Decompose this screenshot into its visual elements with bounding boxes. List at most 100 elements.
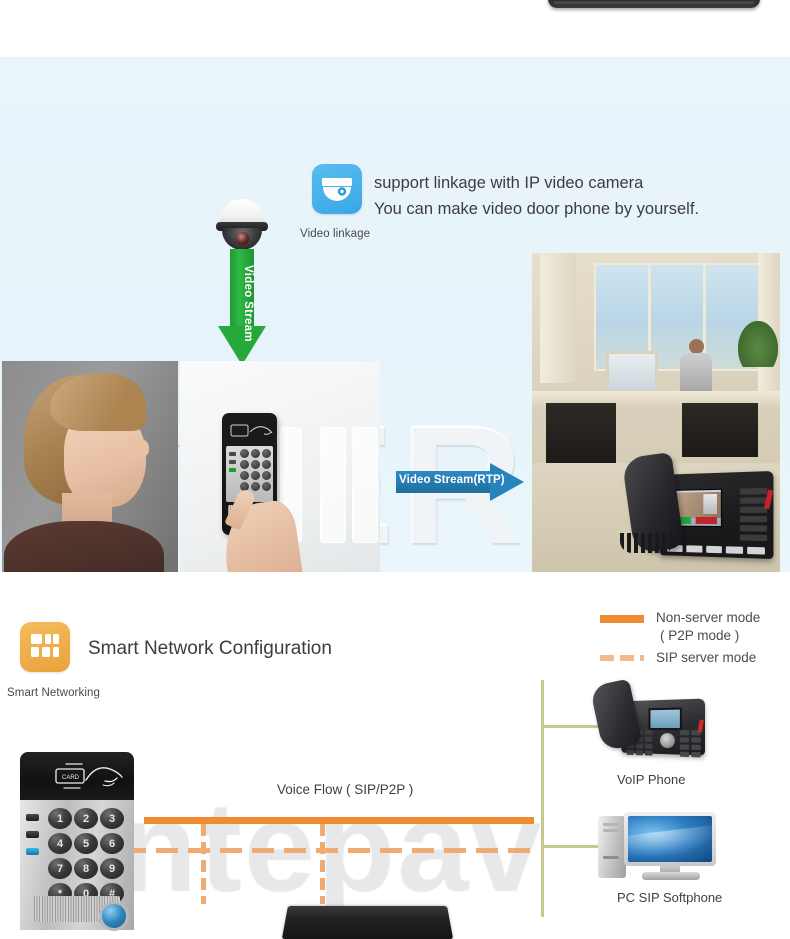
function-key <box>679 744 690 750</box>
grid-cell <box>31 647 39 657</box>
function-key <box>679 730 690 736</box>
ip-dome-camera <box>212 199 272 251</box>
keypad-key-6[interactable]: 6 <box>100 833 124 854</box>
key <box>635 743 643 749</box>
key <box>644 743 653 749</box>
section-title: Smart Network Configuration <box>88 638 332 659</box>
keypad-key-1[interactable]: 1 <box>48 808 72 829</box>
voip-phone-label: VoIP Phone <box>617 772 686 787</box>
video-linkage-caption: Video linkage <box>300 228 371 240</box>
legend-item-non-server: Non-server mode ( P2P mode ) <box>600 608 790 648</box>
photo-detail-video-phone <box>620 449 774 571</box>
side-key <box>739 487 768 495</box>
voice-flow-sip-branch <box>320 824 325 904</box>
top-device-edge <box>548 0 760 8</box>
photo-detail-pillar <box>540 253 576 383</box>
voice-flow-sip-branch <box>201 824 206 904</box>
card-swipe-glyph <box>230 424 273 437</box>
pc-sip-softphone-label: PC SIP Softphone <box>617 890 723 905</box>
legend-label-sip-server: SIP server mode <box>656 650 757 665</box>
power-button <box>603 856 619 859</box>
voip-phone <box>589 678 706 764</box>
function-key <box>679 737 690 743</box>
grid-cell <box>42 647 50 657</box>
door-phone-faceplate: 1 2 3 4 5 6 7 8 9 * 0 # <box>20 800 134 930</box>
legend-label-p2p-mode: ( P2P mode ) <box>660 628 740 643</box>
legend-label-non-server: Non-server mode <box>656 610 761 625</box>
phone-cord <box>620 533 674 553</box>
headline-line-2: You can make video door phone by yoursel… <box>374 200 700 218</box>
legend-swatch-solid <box>600 615 644 623</box>
grid-cell <box>53 634 59 644</box>
legend-item-sip-server: SIP server mode <box>600 648 790 670</box>
key <box>240 460 249 469</box>
video-camera-icon <box>312 164 362 214</box>
photo-detail-wall-panel <box>320 427 346 543</box>
message-indicator <box>697 719 704 733</box>
photo-detail-keys <box>240 449 272 491</box>
grid-glyph <box>31 634 59 660</box>
key <box>262 449 271 458</box>
photo-detail-leds <box>229 452 236 476</box>
drive-bay <box>603 823 619 826</box>
keypad-key-3[interactable]: 3 <box>100 808 124 829</box>
status-led-active <box>26 848 39 855</box>
photo-detail-monitor <box>606 351 658 393</box>
monitor-foot <box>642 872 700 880</box>
photo-detail-card-area <box>228 418 273 444</box>
smart-networking-caption: Smart Networking <box>7 687 100 699</box>
smart-networking-grid-icon <box>20 622 70 672</box>
svg-text:CARD: CARD <box>62 775 80 781</box>
card-swipe-icon: CARD <box>55 763 123 789</box>
side-key <box>739 497 768 504</box>
phone-navigation-key <box>660 732 675 749</box>
key <box>644 750 653 756</box>
photo-detail-cabinet <box>546 403 616 465</box>
monitor-screen <box>628 816 712 862</box>
photo-detail-head <box>689 339 704 354</box>
keypad-key-5[interactable]: 5 <box>74 833 98 854</box>
soft-key <box>686 545 702 553</box>
key <box>251 471 260 480</box>
function-key <box>679 751 690 758</box>
keypad-key-7[interactable]: 7 <box>48 858 72 879</box>
diagram-legend: Non-server mode ( P2P mode ) SIP server … <box>600 608 790 670</box>
key <box>251 482 260 491</box>
led <box>229 452 236 456</box>
door-phone-card-reader: CARD <box>20 752 134 800</box>
soft-key <box>705 545 723 554</box>
door-phone-press-photo <box>180 361 380 583</box>
side-key <box>739 525 768 532</box>
sip-door-phone: CARD 1 2 3 4 5 6 7 8 9 * 0 # <box>10 752 140 930</box>
keypad-key-9[interactable]: 9 <box>100 858 124 879</box>
side-key <box>739 534 768 542</box>
led <box>229 460 236 464</box>
door-phone-keypad: 1 2 3 4 5 6 7 8 9 * 0 # <box>48 808 126 904</box>
keypad-key-4[interactable]: 4 <box>48 833 72 854</box>
photo-detail-fringe <box>50 373 146 431</box>
key <box>644 729 653 735</box>
grid-cell <box>53 647 59 657</box>
voice-flow-sip-line <box>124 848 536 853</box>
grid-cell <box>45 634 51 644</box>
key <box>251 460 260 469</box>
keypad-key-8[interactable]: 8 <box>74 858 98 879</box>
photo-detail-person <box>680 339 712 391</box>
video-stream-arrow-label: Video Stream <box>242 264 254 342</box>
key <box>626 749 634 756</box>
monitor-frame <box>624 812 716 866</box>
function-key <box>691 744 701 751</box>
key <box>644 736 653 742</box>
grid-cell <box>31 634 42 644</box>
key <box>240 449 249 458</box>
video-linkage-headline: support linkage with IP video camera You… <box>374 170 699 222</box>
soft-key <box>726 546 744 554</box>
function-key <box>691 737 701 743</box>
door-phone-call-button[interactable] <box>102 904 126 928</box>
headline-line-1: support linkage with IP video camera <box>374 174 644 192</box>
pc-sip-softphone <box>598 812 716 888</box>
side-key <box>739 516 768 523</box>
key <box>251 449 260 458</box>
drive-bay <box>603 829 619 832</box>
keypad-key-2[interactable]: 2 <box>74 808 98 829</box>
